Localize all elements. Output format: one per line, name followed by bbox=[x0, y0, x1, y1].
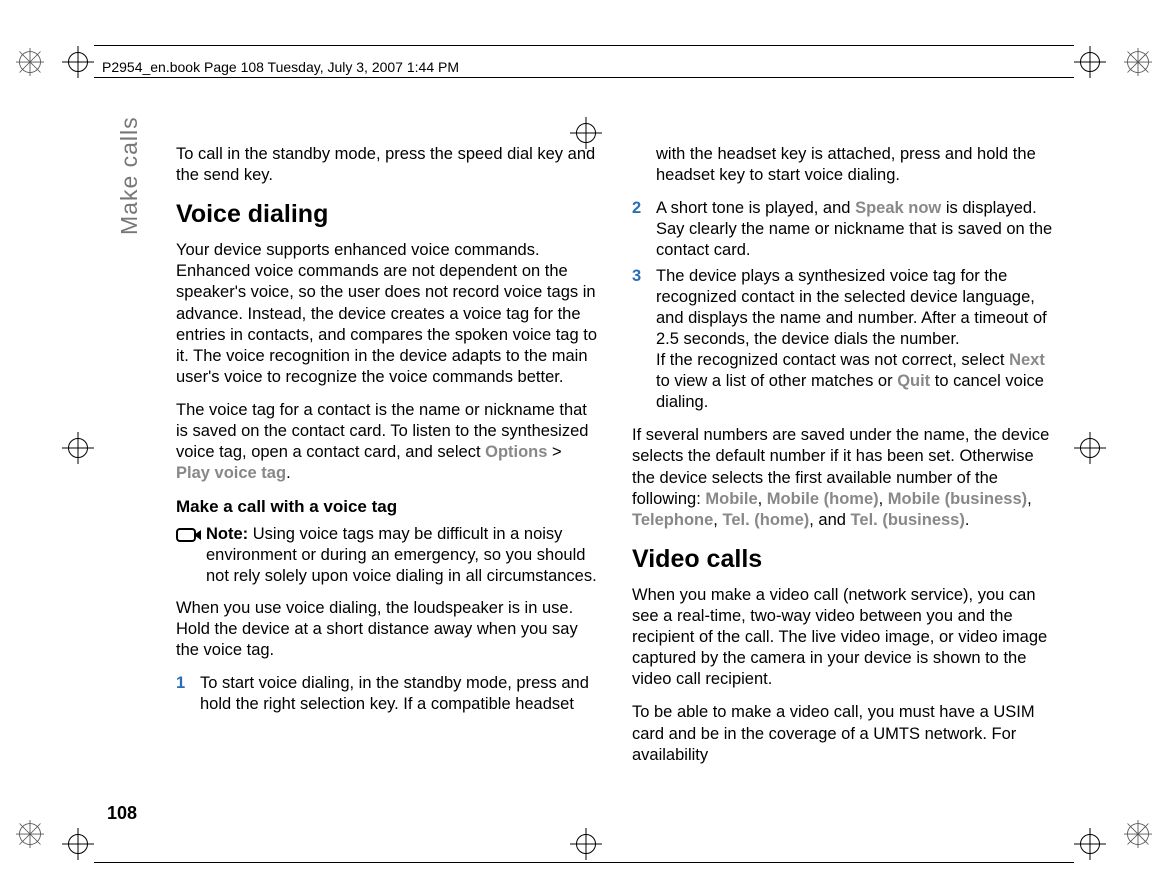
note-block: Note: Using voice tags may be difficult … bbox=[176, 524, 600, 587]
right-column: with the headset key is attached, press … bbox=[632, 144, 1056, 778]
para-voice-tag: The voice tag for a contact is the name … bbox=[176, 400, 600, 484]
page-number: 108 bbox=[107, 803, 137, 824]
cropmark-ml bbox=[62, 432, 94, 464]
cropmark-tr bbox=[1074, 46, 1106, 78]
step-1: 1 To start voice dialing, in the standby… bbox=[176, 673, 600, 715]
chapter-label: Make calls bbox=[116, 116, 143, 235]
para-loudspeaker: When you use voice dialing, the loudspea… bbox=[176, 598, 600, 661]
ui-mobile-business: Mobile (business) bbox=[888, 490, 1027, 508]
page-border-bottom bbox=[94, 862, 1074, 863]
ui-tel-business: Tel. (business) bbox=[851, 511, 965, 529]
left-column: To call in the standby mode, press the s… bbox=[176, 144, 600, 778]
heading-voice-dialing: Voice dialing bbox=[176, 198, 600, 230]
step-3-body: The device plays a synthesized voice tag… bbox=[656, 266, 1056, 414]
step-2-body: A short tone is played, and Speak now is… bbox=[656, 198, 1056, 261]
heading-make-call-voice-tag: Make a call with a voice tag bbox=[176, 496, 600, 518]
cropmark-bc bbox=[570, 828, 602, 860]
content-area: To call in the standby mode, press the s… bbox=[176, 144, 1056, 778]
ui-speak-now: Speak now bbox=[855, 199, 941, 217]
ui-telephone: Telephone bbox=[632, 511, 713, 529]
step-3-num: 3 bbox=[632, 266, 656, 414]
regmark-bl bbox=[16, 820, 44, 848]
para-multiple-numbers: If several numbers are saved under the n… bbox=[632, 425, 1056, 531]
step-2-num: 2 bbox=[632, 198, 656, 261]
regmark-tl bbox=[16, 48, 44, 76]
page-border-top2 bbox=[94, 77, 1074, 78]
step-1-cont: with the headset key is attached, press … bbox=[632, 144, 1056, 186]
step-1-num: 1 bbox=[176, 673, 200, 715]
running-header: P2954_en.book Page 108 Tuesday, July 3, … bbox=[102, 59, 1066, 75]
cropmark-br bbox=[1074, 828, 1106, 860]
page-border-top1 bbox=[94, 45, 1074, 46]
para-video-req: To be able to make a video call, you mus… bbox=[632, 702, 1056, 765]
para-voice-desc: Your device supports enhanced voice comm… bbox=[176, 240, 600, 388]
cropmark-bl bbox=[62, 828, 94, 860]
para-video-desc: When you make a video call (network serv… bbox=[632, 585, 1056, 691]
cropmark-mr bbox=[1074, 432, 1106, 464]
ui-tel-home: Tel. (home) bbox=[722, 511, 809, 529]
note-text: Using voice tags may be difficult in a n… bbox=[206, 525, 597, 585]
ui-next: Next bbox=[1009, 351, 1045, 369]
step-2: 2 A short tone is played, and Speak now … bbox=[632, 198, 1056, 261]
heading-video-calls: Video calls bbox=[632, 543, 1056, 575]
ui-options: Options bbox=[485, 443, 547, 461]
regmark-br bbox=[1124, 820, 1152, 848]
para-speed-dial: To call in the standby mode, press the s… bbox=[176, 144, 600, 186]
step-1-body: To start voice dialing, in the standby m… bbox=[200, 673, 600, 715]
cropmark-tl bbox=[62, 46, 94, 78]
note-icon bbox=[176, 524, 206, 587]
ui-mobile: Mobile bbox=[705, 490, 757, 508]
step-3: 3 The device plays a synthesized voice t… bbox=[632, 266, 1056, 414]
ui-quit: Quit bbox=[897, 372, 930, 390]
note-label: Note: bbox=[206, 525, 248, 543]
ui-play-voice-tag: Play voice tag bbox=[176, 464, 286, 482]
regmark-tr bbox=[1124, 48, 1152, 76]
ui-mobile-home: Mobile (home) bbox=[767, 490, 879, 508]
